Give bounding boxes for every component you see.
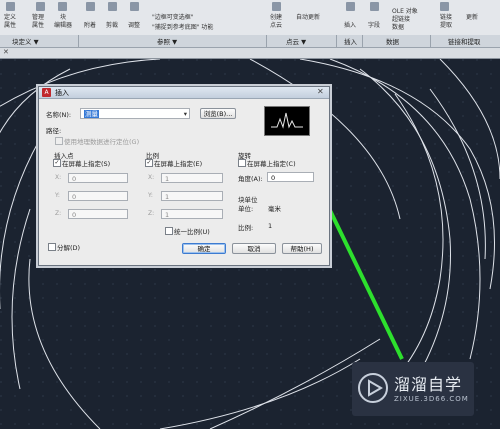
angle-label: 角度(A): xyxy=(238,175,263,183)
explode-label: 分解(D) xyxy=(57,244,81,252)
panel-separator xyxy=(266,35,267,47)
path-label: 路径: xyxy=(46,127,62,135)
watermark: 溜溜自学 ZIXUE.3D66.COM xyxy=(352,362,474,416)
x-label: X: xyxy=(148,174,155,181)
unit-label: 单位: xyxy=(238,205,254,213)
close-icon[interactable]: ✕ xyxy=(317,87,324,96)
data-link-icon[interactable] xyxy=(440,2,449,11)
clip-icon[interactable] xyxy=(108,2,117,11)
ok-button[interactable]: 确定 xyxy=(182,243,226,254)
block-preview xyxy=(264,106,310,136)
drawing-tab-strip[interactable]: ✕ xyxy=(0,48,500,59)
block-editor-icon[interactable] xyxy=(58,2,67,11)
y-label: Y: xyxy=(55,192,60,199)
ribbon-item[interactable]: 提取 xyxy=(440,20,452,29)
ribbon-item[interactable]: 属性 xyxy=(4,20,16,29)
scale-onscreen-label: 在屏幕上指定(E) xyxy=(154,160,203,168)
cancel-button[interactable]: 取消 xyxy=(232,243,276,254)
ribbon-item[interactable]: 属性 xyxy=(32,20,44,29)
uniform-scale-checkbox[interactable] xyxy=(165,227,173,235)
insertion-onscreen-checkbox[interactable]: ✓ xyxy=(53,159,61,167)
attach-icon[interactable] xyxy=(86,2,95,11)
ribbon-panel-bar: 块定义 ▼ 参照 ▼ 点云 ▼ 插入 数据 链接和提取 xyxy=(0,35,500,48)
panel-separator xyxy=(78,35,79,47)
ribbon-item[interactable]: 自动更新 xyxy=(296,12,320,21)
geo-location-label: 使用地理数据进行定位(G) xyxy=(64,138,140,146)
rotation-onscreen-checkbox[interactable] xyxy=(238,159,246,167)
ribbon-item[interactable]: 更新 xyxy=(466,12,478,21)
panel-separator xyxy=(336,35,337,47)
ribbon: 定义 属性 管理 属性 块 编辑器 附着 剪裁 调整 "边框可变选框" "捕捉到… xyxy=(0,0,500,36)
preview-graphic-icon xyxy=(271,112,303,129)
panel-link-extract[interactable]: 链接和提取 xyxy=(448,36,481,46)
field-icon[interactable] xyxy=(370,2,379,11)
dialog-titlebar[interactable]: A 插入 ✕ xyxy=(39,87,329,99)
insertion-onscreen-label: 在屏幕上指定(S) xyxy=(62,160,111,168)
z-label: Z: xyxy=(55,210,62,217)
scale-onscreen-checkbox[interactable]: ✓ xyxy=(145,159,153,167)
ribbon-item[interactable]: 附着 xyxy=(84,20,96,29)
y-label: Y: xyxy=(148,192,153,199)
watermark-url: ZIXUE.3D66.COM xyxy=(394,395,469,403)
manage-attribute-icon[interactable] xyxy=(36,2,45,11)
factor-value: 1 xyxy=(268,222,273,230)
define-attribute-icon[interactable] xyxy=(6,2,15,11)
ribbon-item[interactable]: 调整 xyxy=(128,20,140,29)
insertion-y-field[interactable]: 0 xyxy=(68,191,128,201)
ribbon-item[interactable]: 字段 xyxy=(368,20,380,29)
geo-location-checkbox[interactable] xyxy=(55,137,63,145)
close-icon[interactable]: ✕ xyxy=(3,48,9,56)
panel-block-definition[interactable]: 块定义 ▼ xyxy=(12,36,39,46)
chevron-down-icon[interactable]: ▾ xyxy=(184,109,187,119)
insertion-x-field[interactable]: 0 xyxy=(68,173,128,183)
panel-separator xyxy=(430,35,431,47)
block-name-combo[interactable]: 测量 ▾ xyxy=(80,108,190,119)
explode-checkbox[interactable] xyxy=(48,243,56,251)
insert-icon[interactable] xyxy=(346,2,355,11)
ribbon-item[interactable]: 插入 xyxy=(344,20,356,29)
insert-dialog: A 插入 ✕ 名称(N): 测量 ▾ 浏览(B)... 路径: 使用地理数据进行… xyxy=(38,86,330,266)
scale-y-field[interactable]: 1 xyxy=(161,191,223,201)
adjust-icon[interactable] xyxy=(130,2,139,11)
name-label: 名称(N): xyxy=(46,111,72,119)
play-logo-icon xyxy=(358,373,388,403)
panel-reference[interactable]: 参照 ▼ xyxy=(157,36,177,46)
watermark-title: 溜溜自学 xyxy=(394,375,463,394)
uniform-scale-label: 统一比例(U) xyxy=(174,228,210,236)
ribbon-item[interactable]: 点云 xyxy=(270,20,282,29)
panel-separator xyxy=(362,35,363,47)
rotation-onscreen-label: 在屏幕上指定(C) xyxy=(247,160,296,168)
panel-pointcloud[interactable]: 点云 ▼ xyxy=(286,36,306,46)
scale-x-field[interactable]: 1 xyxy=(161,173,223,183)
scale-z-field[interactable]: 1 xyxy=(161,209,223,219)
angle-field[interactable]: 0 xyxy=(267,172,314,182)
browse-button[interactable]: 浏览(B)... xyxy=(200,108,236,119)
unit-value: 毫米 xyxy=(268,205,281,213)
ribbon-item[interactable]: "捕捉到参考底图" 功能 xyxy=(152,22,213,31)
ribbon-item[interactable]: 编辑器 xyxy=(54,20,72,29)
ribbon-item[interactable]: 剪裁 xyxy=(106,20,118,29)
dialog-title: 插入 xyxy=(55,89,69,97)
block-name-value: 测量 xyxy=(84,110,99,118)
insertion-z-field[interactable]: 0 xyxy=(68,209,128,219)
create-pointcloud-icon[interactable] xyxy=(272,2,281,11)
panel-data[interactable]: 数据 xyxy=(386,36,399,46)
app-logo-icon: A xyxy=(42,88,51,97)
help-button[interactable]: 帮助(H) xyxy=(282,243,322,254)
ribbon-item[interactable]: 数据 xyxy=(392,22,404,31)
panel-insert[interactable]: 插入 xyxy=(344,36,357,46)
z-label: Z: xyxy=(148,210,155,217)
x-label: X: xyxy=(55,174,62,181)
ribbon-item[interactable]: "边框可变选框" xyxy=(152,12,194,21)
factor-label: 比例: xyxy=(238,224,254,232)
